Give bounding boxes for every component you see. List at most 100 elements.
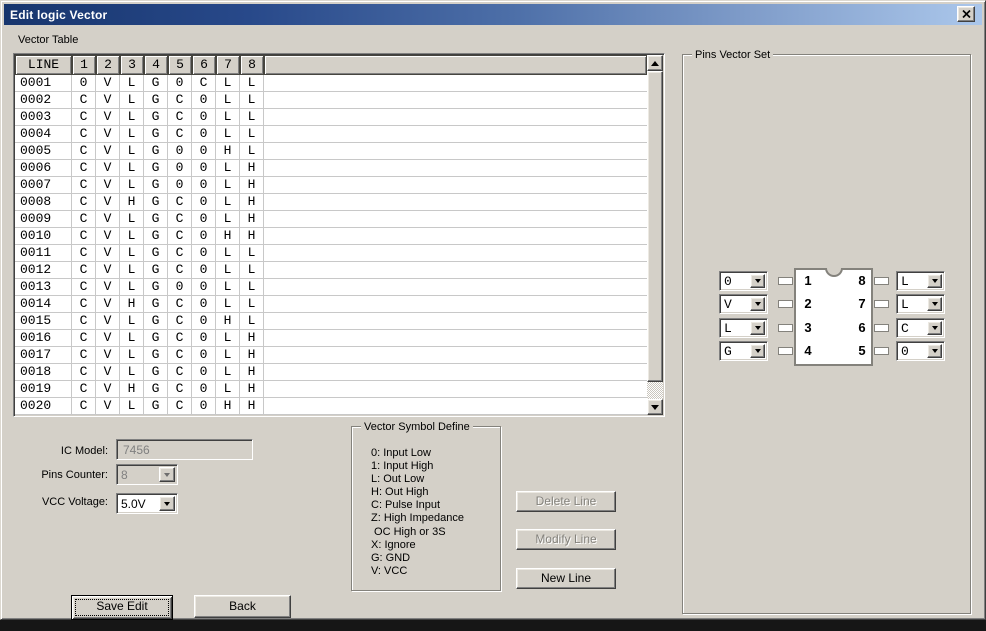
back-button[interactable]: Back bbox=[194, 595, 291, 618]
table-row[interactable]: 0006CVLG00LH bbox=[15, 160, 647, 177]
vector-cell: L bbox=[120, 211, 144, 227]
pin-7-dropdown-button[interactable] bbox=[927, 297, 942, 311]
pin-8-dropdown-button[interactable] bbox=[927, 274, 942, 288]
column-header-filler bbox=[264, 55, 647, 75]
vector-cell: C bbox=[72, 245, 96, 261]
pin-8-vector-select[interactable]: L bbox=[896, 271, 945, 291]
scroll-down-button[interactable] bbox=[647, 399, 663, 415]
pin-3-dropdown-button[interactable] bbox=[750, 321, 765, 335]
pin-7-vector-select[interactable]: L bbox=[896, 294, 945, 314]
vector-cell: C bbox=[168, 262, 192, 278]
pin-4-vector-select[interactable]: G bbox=[719, 341, 768, 361]
vector-cell: V bbox=[96, 330, 120, 346]
column-header-6[interactable]: 6 bbox=[192, 55, 216, 75]
pin-2-vector-select[interactable]: V bbox=[719, 294, 768, 314]
vector-cell: L bbox=[120, 109, 144, 125]
pin-5-vector-select[interactable]: 0 bbox=[896, 341, 945, 361]
vcc-voltage-value: 5.0V bbox=[121, 497, 146, 511]
vcc-voltage-select[interactable]: 5.0V bbox=[116, 493, 178, 514]
scroll-up-button[interactable] bbox=[647, 55, 663, 71]
column-header-7[interactable]: 7 bbox=[216, 55, 240, 75]
vector-cell: H bbox=[240, 364, 264, 380]
table-row[interactable]: 0004CVLGC0LL bbox=[15, 126, 647, 143]
column-header-1[interactable]: 1 bbox=[72, 55, 96, 75]
vector-cell: C bbox=[168, 228, 192, 244]
table-row[interactable]: 0019CVHGC0LH bbox=[15, 381, 647, 398]
pin-3-vector-select[interactable]: L bbox=[719, 318, 768, 338]
vector-cell: G bbox=[144, 347, 168, 363]
table-row[interactable]: 0005CVLG00HL bbox=[15, 143, 647, 160]
vector-cell: 0 bbox=[192, 313, 216, 329]
pins-vector-diagram: 01V2L3G48L7L6C50 bbox=[716, 266, 948, 370]
vcc-voltage-dropdown-button[interactable] bbox=[159, 496, 175, 511]
vector-table-label: Vector Table bbox=[18, 34, 78, 46]
line-number-cell: 0001 bbox=[15, 75, 72, 91]
column-header-3[interactable]: 3 bbox=[120, 55, 144, 75]
symbol-define-item: L: Out Low bbox=[371, 473, 464, 486]
table-row[interactable]: 0018CVLGC0LH bbox=[15, 364, 647, 381]
vector-cell: L bbox=[120, 126, 144, 142]
chevron-down-icon bbox=[932, 279, 938, 283]
row-filler bbox=[264, 279, 647, 295]
vector-table-inner: LINE12345678 00010VLG0CLL0002CVLGC0LL000… bbox=[15, 55, 663, 415]
vector-cell: L bbox=[120, 75, 144, 91]
chevron-down-icon bbox=[164, 502, 170, 506]
vector-cell: H bbox=[120, 194, 144, 210]
chip-pin-7-number: 7 bbox=[854, 296, 870, 312]
table-row[interactable]: 00010VLG0CLL bbox=[15, 75, 647, 92]
pin-1-vector-select[interactable]: 0 bbox=[719, 271, 768, 291]
table-row[interactable]: 0014CVHGC0LL bbox=[15, 296, 647, 313]
table-row[interactable]: 0013CVLG00LL bbox=[15, 279, 647, 296]
column-header-line[interactable]: LINE bbox=[15, 55, 72, 75]
table-row[interactable]: 0012CVLGC0LL bbox=[15, 262, 647, 279]
vector-cell: C bbox=[168, 126, 192, 142]
new-line-button[interactable]: New Line bbox=[516, 568, 616, 589]
table-row[interactable]: 0011CVLGC0LL bbox=[15, 245, 647, 262]
row-filler bbox=[264, 398, 647, 414]
pin-6-vector-select[interactable]: C bbox=[896, 318, 945, 338]
pin-6-dropdown-button[interactable] bbox=[927, 321, 942, 335]
scrollbar-track[interactable] bbox=[647, 382, 663, 399]
table-row[interactable]: 0007CVLG00LH bbox=[15, 177, 647, 194]
vector-cell: L bbox=[216, 330, 240, 346]
delete-line-button[interactable]: Delete Line bbox=[516, 491, 616, 512]
column-header-5[interactable]: 5 bbox=[168, 55, 192, 75]
table-row[interactable]: 0015CVLGC0HL bbox=[15, 313, 647, 330]
vector-cell: L bbox=[240, 245, 264, 261]
table-row[interactable]: 0003CVLGC0LL bbox=[15, 109, 647, 126]
chip-pin-8-number: 8 bbox=[854, 273, 870, 289]
vector-table-grid[interactable]: LINE12345678 00010VLG0CLL0002CVLGC0LL000… bbox=[15, 55, 647, 415]
table-row[interactable]: 0009CVLGC0LH bbox=[15, 211, 647, 228]
vector-cell: L bbox=[216, 245, 240, 261]
column-header-4[interactable]: 4 bbox=[144, 55, 168, 75]
vector-cell: G bbox=[144, 296, 168, 312]
vector-cell: G bbox=[144, 313, 168, 329]
save-edit-button[interactable]: Save Edit bbox=[71, 595, 173, 620]
vector-cell: V bbox=[96, 75, 120, 91]
table-row[interactable]: 0016CVLGC0LH bbox=[15, 330, 647, 347]
vector-cell: C bbox=[72, 398, 96, 414]
modify-line-button[interactable]: Modify Line bbox=[516, 529, 616, 550]
table-row[interactable]: 0017CVLGC0LH bbox=[15, 347, 647, 364]
vector-cell: L bbox=[216, 126, 240, 142]
vector-cell: V bbox=[96, 398, 120, 414]
table-row[interactable]: 0008CVHGC0LH bbox=[15, 194, 647, 211]
pin-4-dropdown-button[interactable] bbox=[750, 344, 765, 358]
pin-5-dropdown-button[interactable] bbox=[927, 344, 942, 358]
vector-cell: L bbox=[120, 398, 144, 414]
pin-2-dropdown-button[interactable] bbox=[750, 297, 765, 311]
vector-cell: H bbox=[216, 228, 240, 244]
vector-cell: G bbox=[144, 398, 168, 414]
symbol-define-item: H: Out High bbox=[371, 486, 464, 499]
close-button[interactable] bbox=[957, 6, 975, 22]
column-header-8[interactable]: 8 bbox=[240, 55, 264, 75]
pin-1-dropdown-button[interactable] bbox=[750, 274, 765, 288]
table-body[interactable]: 00010VLG0CLL0002CVLGC0LL0003CVLGC0LL0004… bbox=[15, 75, 647, 415]
table-row[interactable]: 0020CVLGC0HH bbox=[15, 398, 647, 415]
table-row[interactable]: 0002CVLGC0LL bbox=[15, 92, 647, 109]
title-bar[interactable]: Edit logic Vector bbox=[4, 4, 982, 25]
column-header-2[interactable]: 2 bbox=[96, 55, 120, 75]
table-scrollbar[interactable] bbox=[647, 55, 663, 415]
scrollbar-thumb[interactable] bbox=[647, 71, 663, 382]
table-row[interactable]: 0010CVLGC0HH bbox=[15, 228, 647, 245]
